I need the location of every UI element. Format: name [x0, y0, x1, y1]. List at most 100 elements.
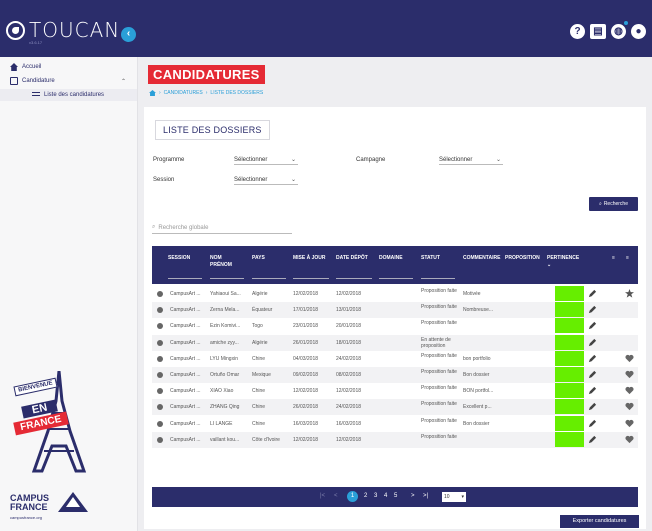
col-domaine[interactable]: DOMAINE [379, 255, 403, 261]
page-button-2[interactable]: 2 [364, 493, 367, 499]
heart-icon[interactable] [625, 386, 634, 395]
sidebar-item-candidature[interactable]: Candidature [10, 77, 55, 85]
row-status-dot [157, 404, 163, 411]
table-row[interactable]: CampusArt ... Ortuño Omar Mexique 09/02/201… [152, 367, 638, 383]
col-nom[interactable]: NOM [210, 255, 222, 261]
cell-depot: 12/02/2018 [336, 436, 362, 443]
col-pays[interactable]: PAYS [252, 255, 265, 261]
row-status-dot [157, 388, 163, 395]
table-row[interactable]: CampusArt ... vaillant kou... Côte d'Ivoir… [152, 431, 638, 448]
table-row[interactable]: CampusArt ... LI LANGE Chine 16/03/2018 16/0… [152, 415, 638, 432]
sidebar-item-accueil[interactable]: Accueil [10, 63, 41, 71]
export-candidatures-button[interactable]: Exporter candidatures [560, 515, 639, 528]
language-icon[interactable]: ◍ [611, 21, 628, 39]
col-pertinence[interactable]: PERTINENCE [547, 255, 579, 261]
table-row[interactable]: CampusArt ... ZHANG Qing Chine 26/02/2018 24… [152, 399, 638, 416]
edit-pencil-icon[interactable] [588, 321, 597, 330]
pertinence-indicator[interactable] [555, 431, 584, 447]
global-search-input[interactable]: ⌕ Recherche globale [152, 222, 292, 234]
table-row[interactable]: CampusArt ... Zerna Mela... Équateur 17/01/… [152, 302, 638, 319]
breadcrumb-item[interactable]: CANDIDATURES [164, 90, 203, 96]
programme-label: Programme [153, 157, 185, 163]
edit-pencil-icon[interactable] [588, 289, 597, 298]
page-button-3[interactable]: 3 [374, 493, 377, 499]
cell-pays: Togo [252, 323, 263, 330]
chevron-up-icon[interactable]: ⌃ [121, 78, 126, 85]
col-session[interactable]: SESSION [168, 255, 190, 261]
home-icon[interactable] [149, 90, 156, 96]
next-page-button[interactable]: > [411, 493, 415, 499]
edit-pencil-icon[interactable] [588, 386, 597, 395]
edit-pencil-icon[interactable] [588, 435, 597, 444]
pertinence-indicator[interactable] [555, 286, 584, 301]
edit-pencil-icon[interactable] [588, 305, 597, 314]
chevron-down-icon: ⌄ [290, 177, 296, 183]
pertinence-indicator[interactable] [555, 334, 584, 350]
cell-nom: amiche zyy... [210, 339, 239, 346]
app-version: v3.6.17 [29, 40, 43, 45]
cell-pays: Algérie [252, 291, 268, 297]
pertinence-indicator[interactable] [555, 350, 584, 366]
star-icon[interactable] [625, 289, 634, 298]
col-commentaire[interactable]: COMMENTAIRE [463, 255, 500, 261]
table-row[interactable]: CampusArt ... Yahiaoui Sa... Algérie 12/02/… [152, 286, 638, 302]
heart-icon[interactable] [625, 419, 634, 428]
programme-select[interactable]: Sélectionner ⌄ [234, 157, 298, 165]
page-button-4[interactable]: 4 [384, 493, 387, 499]
edit-pencil-icon[interactable] [588, 338, 597, 347]
pertinence-indicator[interactable] [555, 318, 584, 334]
pertinence-indicator[interactable] [555, 383, 584, 399]
edit-pencil-icon[interactable] [588, 354, 597, 363]
table-row[interactable]: CampusArt ... XIAO Xiao Chine 12/02/2018 12/… [152, 383, 638, 399]
table-row[interactable]: CampusArt ... Ezin Komivi... Togo 23/01/201… [152, 318, 638, 334]
edit-pencil-icon[interactable] [588, 419, 597, 428]
heart-icon[interactable] [625, 370, 634, 379]
cell-nom: Zerna Mela... [210, 307, 240, 314]
page-size-select[interactable]: 10 ▾ [442, 492, 466, 502]
id-card-icon[interactable]: ▤ [590, 24, 606, 39]
table-row[interactable]: CampusArt ... amiche zyy... Algérie 26/01/2… [152, 334, 638, 351]
heart-icon[interactable] [625, 402, 634, 411]
sidebar-item-liste-candidatures[interactable]: Liste des candidatures [0, 89, 137, 101]
user-icon[interactable]: ● [631, 24, 646, 39]
pertinence-indicator[interactable] [555, 367, 584, 382]
page-button-5[interactable]: 5 [394, 493, 397, 499]
pertinence-indicator[interactable] [555, 415, 584, 431]
search-button[interactable]: ⌕ Recherche [589, 197, 638, 211]
pertinence-indicator[interactable] [555, 302, 584, 318]
cell-statut: Proposition faite [421, 288, 457, 294]
chevron-down-icon: ⌄ [495, 157, 501, 163]
cell-maj: 12/02/2018 [293, 291, 319, 297]
col-prenom[interactable]: PRÉNOM [210, 262, 232, 268]
pertinence-indicator[interactable] [555, 399, 584, 415]
last-page-button[interactable]: >| [423, 493, 428, 499]
campagne-select[interactable]: Sélectionner ⌄ [439, 157, 503, 165]
filter-icon[interactable]: ≡ [626, 255, 629, 261]
col-proposition[interactable]: PROPOSITION [505, 255, 540, 261]
col-mise-a-jour[interactable]: MISE À JOUR [293, 255, 326, 261]
filter-icon[interactable]: ≡ [612, 255, 615, 261]
app-logo[interactable]: TOUCAN [6, 18, 120, 42]
cell-statut: En attente de proposition [421, 336, 451, 349]
help-icon[interactable]: ? [570, 24, 585, 39]
session-select[interactable]: Sélectionner ⌄ [234, 177, 298, 185]
cell-depot: 08/02/2018 [336, 372, 362, 378]
cell-pays: Côte d'Ivoire [252, 436, 280, 443]
edit-pencil-icon[interactable] [588, 402, 597, 411]
first-page-button[interactable]: |< [320, 493, 325, 499]
cell-pays: Chine [252, 388, 266, 395]
prev-page-button[interactable]: < [334, 493, 338, 499]
heart-icon[interactable] [625, 435, 634, 444]
row-status-dot [157, 420, 163, 427]
cell-nom: vaillant kou... [210, 436, 240, 443]
heart-icon[interactable] [625, 354, 634, 363]
page-button-1[interactable]: 1 [347, 491, 358, 502]
col-statut[interactable]: STATUT [421, 255, 440, 261]
sidebar-collapse-button[interactable]: ‹ [121, 27, 136, 42]
edit-pencil-icon[interactable] [588, 370, 597, 379]
chevron-down-icon[interactable]: ⌄ [547, 262, 551, 268]
table-row[interactable]: CampusArt ... LYU Mingxin Chine 04/03/2018 2… [152, 350, 638, 367]
col-date-depot[interactable]: DATE DÉPÔT [336, 255, 368, 261]
cell-commentaire: Motivée [463, 291, 481, 297]
cell-session: CampusArt ... [170, 323, 201, 330]
